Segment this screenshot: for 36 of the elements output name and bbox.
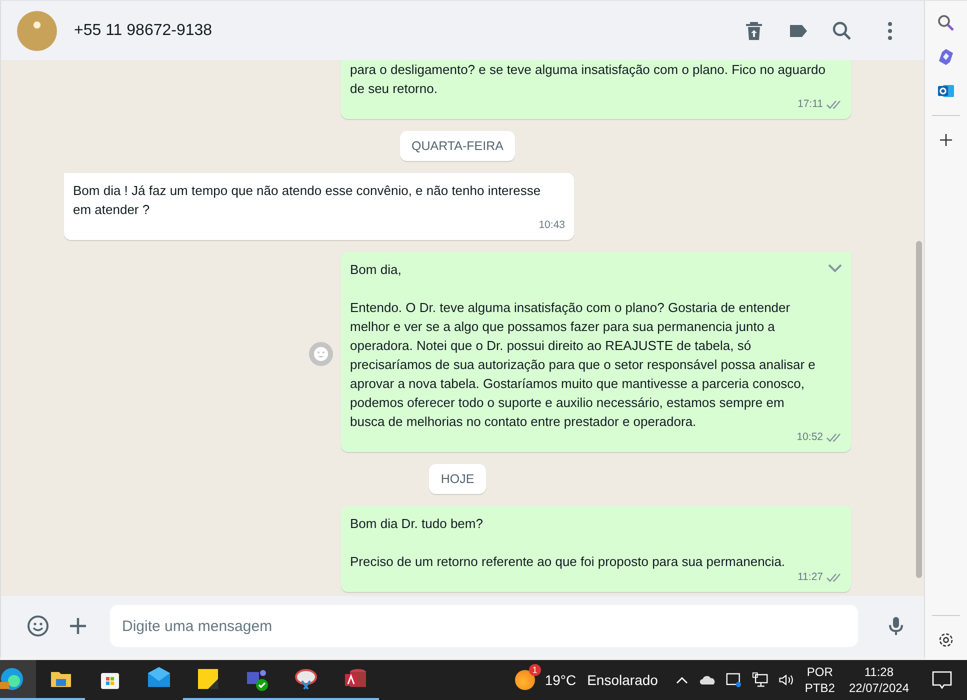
date-chip: HOJE: [428, 464, 486, 494]
message-text: Bom dia ! Já faz um tempo que não atendo esse convênio, e não tenho interesse em atender ?: [73, 182, 542, 219]
notification-icon[interactable]: [931, 670, 953, 690]
message-text: para o desligamento? e se teve alguma insatisfação com o plano. Fico no aguardo de seu retorno.: [350, 61, 827, 98]
search-icon[interactable]: [936, 13, 956, 33]
clock-date[interactable]: 22/07/2024: [848, 680, 909, 696]
contact-name[interactable]: +55 11 98672-9138: [74, 22, 212, 40]
temperature[interactable]: 19°C: [544, 672, 576, 688]
network-icon[interactable]: [750, 672, 769, 688]
message-time: 10:43: [538, 218, 565, 233]
clock-time[interactable]: 11:28: [864, 664, 894, 680]
scrollbar[interactable]: [916, 241, 922, 578]
speaker-icon[interactable]: [776, 672, 795, 688]
message-time: 10:52: [796, 430, 823, 445]
monitor-icon[interactable]: [724, 672, 743, 688]
taskbar-button[interactable]: [0, 660, 36, 700]
browser-icon[interactable]: [0, 667, 24, 691]
chat-app-icon[interactable]: [244, 667, 268, 691]
scissors-icon[interactable]: [294, 667, 318, 691]
message-time: 17:11: [798, 97, 823, 112]
emoji-icon[interactable]: [26, 614, 50, 638]
message-time: 11:27: [798, 570, 823, 585]
double-check-icon: [826, 99, 842, 110]
date-chip: QUARTA-FEIRA: [400, 131, 516, 161]
double-check-icon: [826, 432, 842, 443]
chevron-down-icon[interactable]: [827, 262, 843, 274]
message-input[interactable]: Digite uma mensagem: [110, 605, 858, 647]
double-check-icon: [826, 572, 842, 583]
notification-badge: 1: [528, 664, 541, 676]
message-text: Bom dia, Entendo. O Dr. teve alguma insatisfação com o plano? Gostaria de entender melhor e ver se a algo que possamos fazer para sua permanencia junto a operadora. Notei que o Dr. possui direito ao REAJUSTE de tabela, só precisaríamos de sua autorização para que o setor responsável possa analisar e aprovar a nova tabela. Gostaríamos muito que mantivesse a parceria conosco, podemos oferecer todo o suporte e auxilio necessário, estamos sempre em busca de melhorias no contato entre prestador e operadora.: [350, 261, 816, 431]
language-code[interactable]: POR: [806, 664, 833, 680]
sticky-note-icon[interactable]: [196, 667, 220, 691]
keyboard-layout[interactable]: PTB2: [804, 680, 835, 696]
message-text: Bom dia Dr. tudo bem? Preciso de um retorno referente ao que foi proposto para sua permanencia.: [350, 515, 786, 571]
weather-condition[interactable]: Ensolarado: [587, 672, 658, 688]
weather-icon[interactable]: [514, 670, 535, 690]
